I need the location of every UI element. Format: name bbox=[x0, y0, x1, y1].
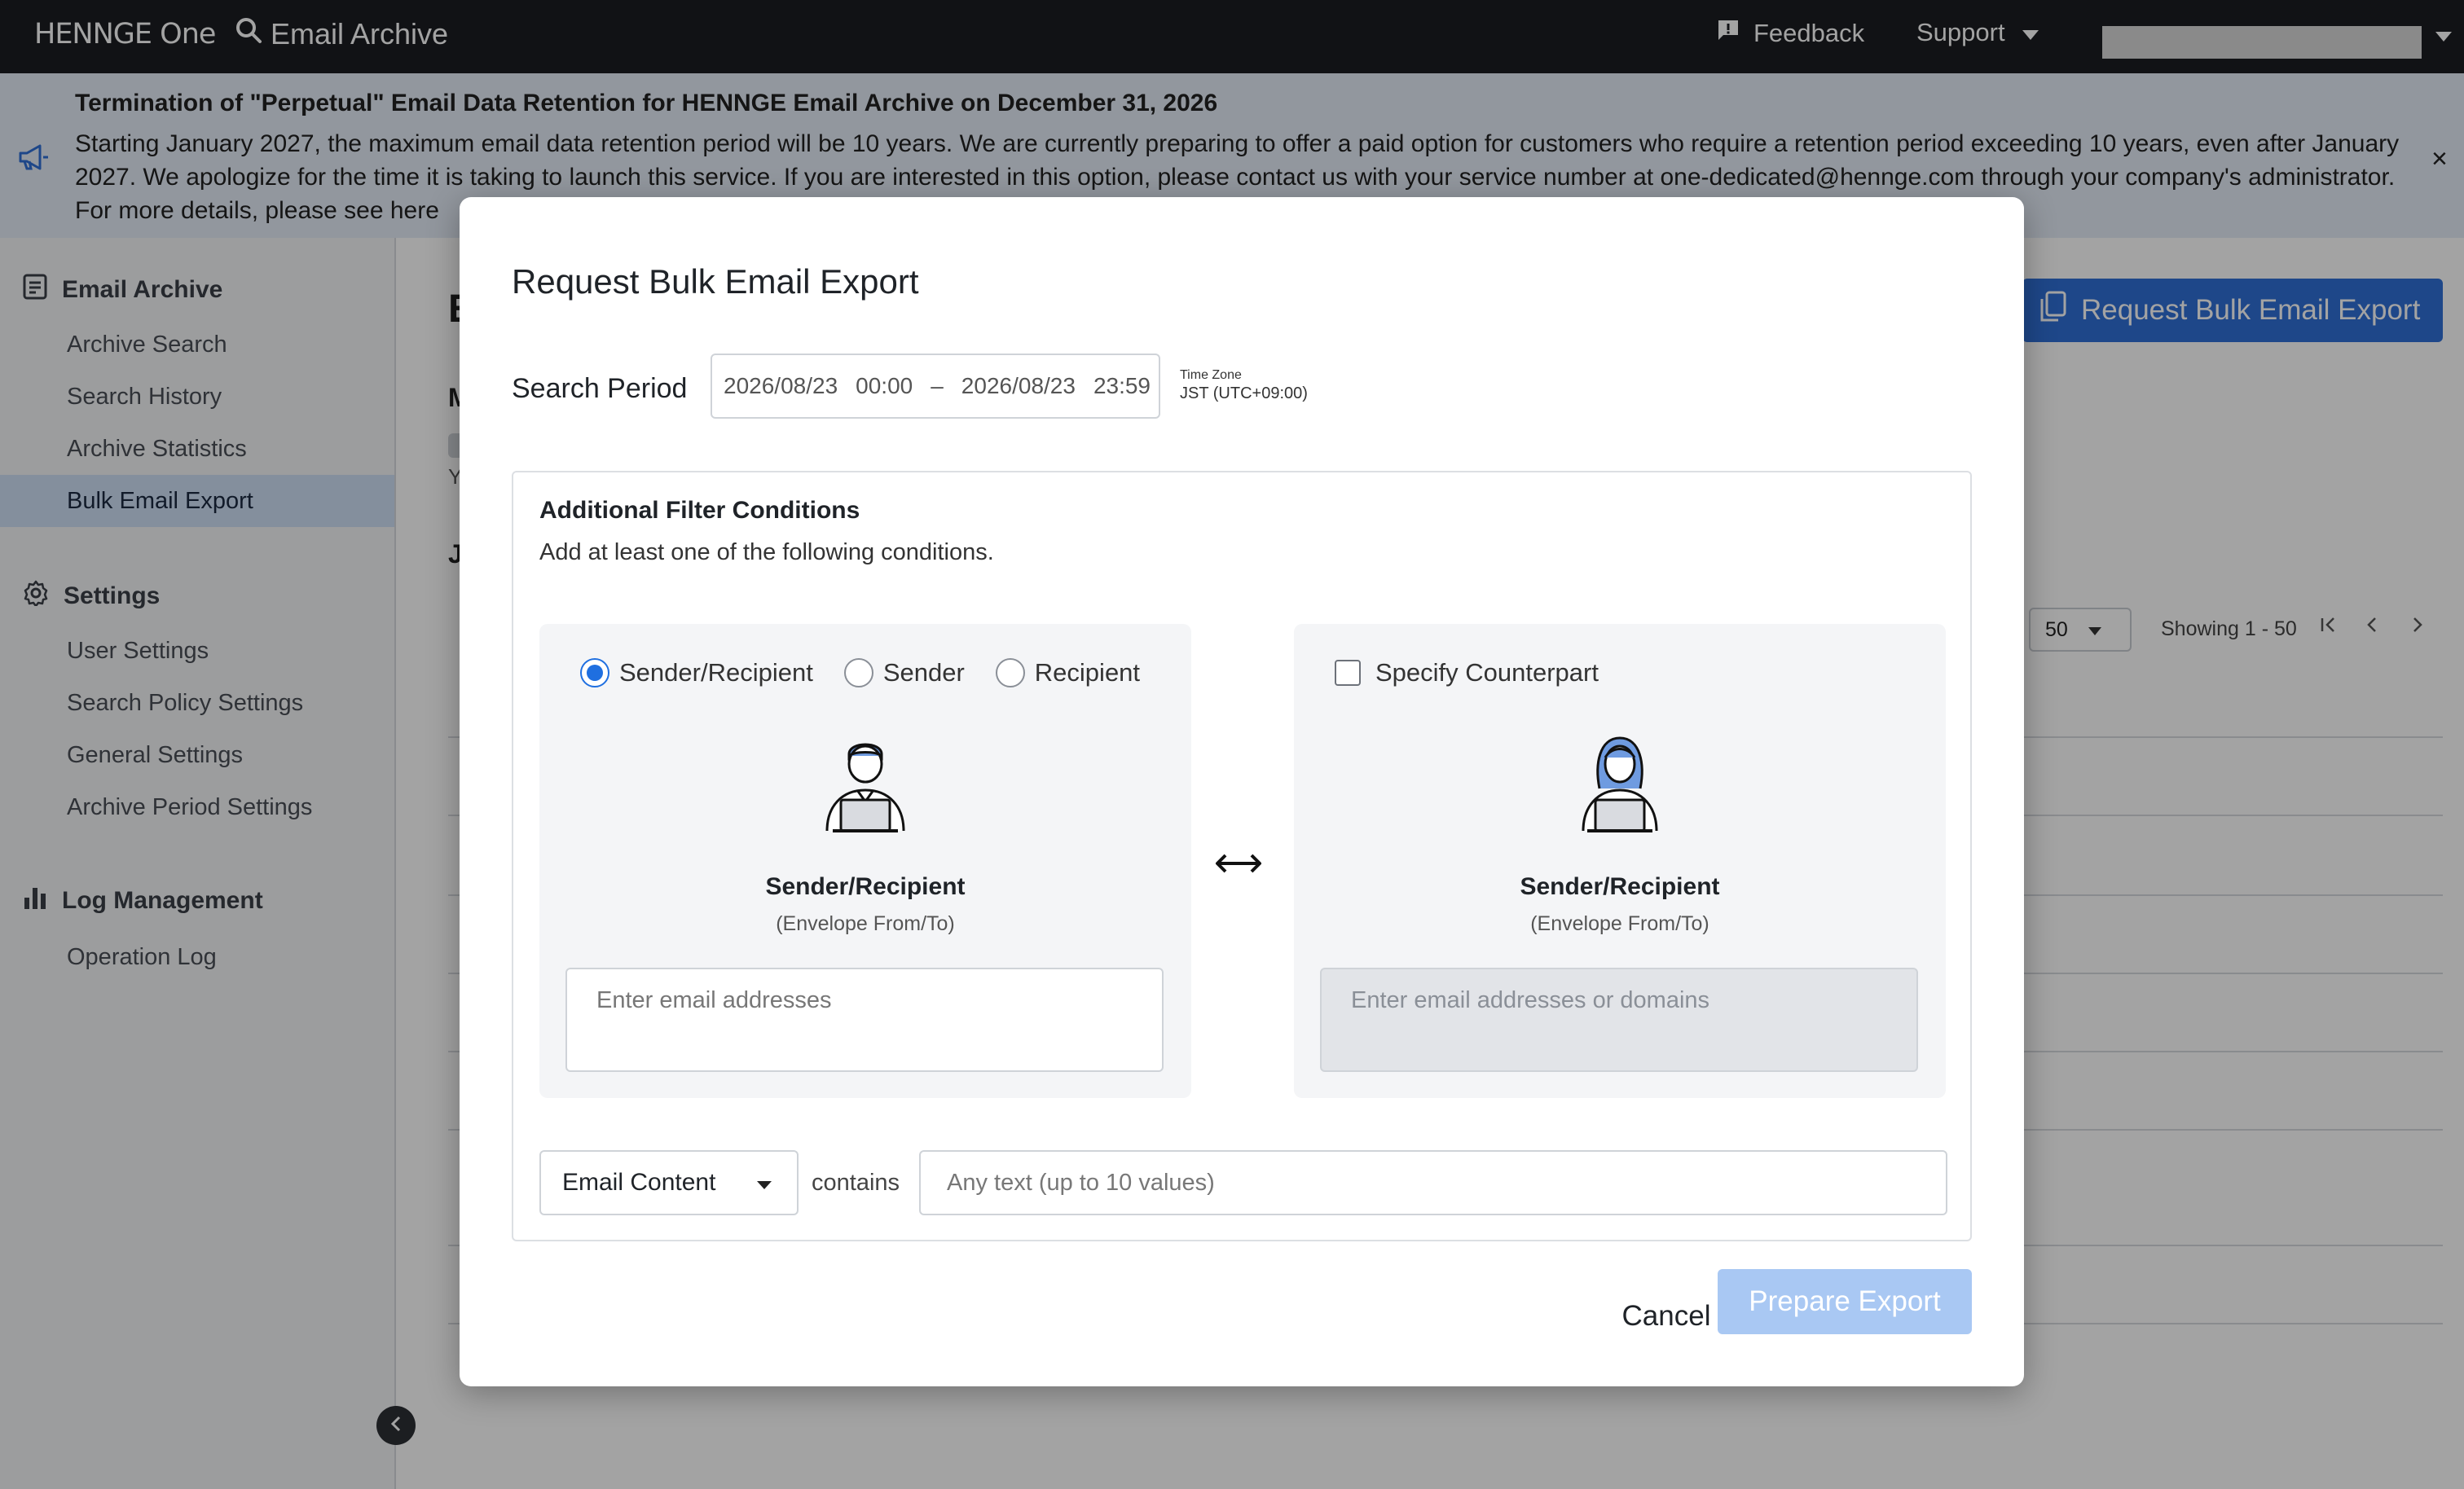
radio-label: Recipient bbox=[1034, 658, 1141, 687]
direction-radio-group: Sender/Recipient Sender Recipient bbox=[580, 658, 1156, 687]
male-user-laptop-icon bbox=[821, 731, 910, 837]
radio-button[interactable] bbox=[580, 658, 609, 687]
end-time[interactable]: 23:59 bbox=[1093, 373, 1151, 399]
filter-conditions: Additional Filter Conditions Add at leas… bbox=[512, 471, 1972, 1241]
radio-label: Sender bbox=[882, 658, 965, 687]
radio-sender[interactable]: Sender bbox=[843, 658, 965, 687]
radio-button[interactable] bbox=[843, 658, 873, 687]
dialog-title: Request Bulk Email Export bbox=[512, 262, 919, 301]
prepare-export-button[interactable]: Prepare Export bbox=[1718, 1269, 1972, 1334]
role-title: Sender/Recipient bbox=[1520, 873, 1720, 900]
sender-recipient-panel: Sender/Recipient Sender Recipient Sender… bbox=[539, 624, 1191, 1098]
role-title: Sender/Recipient bbox=[765, 873, 966, 900]
bulk-export-dialog: Request Bulk Email Export Search Period … bbox=[460, 197, 2024, 1386]
range-dash: – bbox=[931, 373, 944, 398]
timezone-value: JST (UTC+09:00) bbox=[1180, 384, 1308, 402]
start-date[interactable]: 2026/08/23 bbox=[724, 373, 838, 399]
timezone-label: Time Zone bbox=[1180, 368, 1242, 382]
filter-title: Additional Filter Conditions bbox=[539, 497, 860, 524]
chevron-down-icon bbox=[756, 1169, 772, 1197]
contains-label: contains bbox=[812, 1170, 900, 1196]
female-user-laptop-icon bbox=[1575, 731, 1665, 837]
checkbox[interactable] bbox=[1335, 660, 1361, 686]
start-time[interactable]: 00:00 bbox=[856, 373, 913, 399]
filter-description: Add at least one of the following condit… bbox=[539, 539, 994, 565]
bidirectional-arrow-icon bbox=[1214, 850, 1263, 881]
content-text-input[interactable]: Any text (up to 10 values) bbox=[919, 1150, 1947, 1215]
radio-sender-recipient[interactable]: Sender/Recipient bbox=[580, 658, 813, 687]
search-period-label: Search Period bbox=[512, 373, 688, 404]
end-date[interactable]: 2026/08/23 bbox=[961, 373, 1076, 399]
checkbox-label: Specify Counterpart bbox=[1375, 658, 1599, 687]
counterpart-panel: Specify Counterpart Sender/Recipient (En… bbox=[1294, 624, 1946, 1098]
search-period-picker[interactable]: 2026/08/23 00:00 – 2026/08/23 23:59 bbox=[711, 354, 1160, 419]
specify-counterpart-checkbox[interactable]: Specify Counterpart bbox=[1335, 658, 1599, 687]
role-subtitle: (Envelope From/To) bbox=[1530, 912, 1709, 935]
content-field-value: Email Content bbox=[562, 1169, 716, 1196]
content-field-select[interactable]: Email Content bbox=[539, 1150, 799, 1215]
role-subtitle: (Envelope From/To) bbox=[776, 912, 955, 935]
radio-button[interactable] bbox=[995, 658, 1025, 687]
radio-recipient[interactable]: Recipient bbox=[995, 658, 1141, 687]
email-addresses-input[interactable]: Enter email addresses bbox=[565, 968, 1164, 1072]
counterpart-addresses-input[interactable]: Enter email addresses or domains bbox=[1320, 968, 1918, 1072]
radio-label: Sender/Recipient bbox=[619, 658, 813, 687]
